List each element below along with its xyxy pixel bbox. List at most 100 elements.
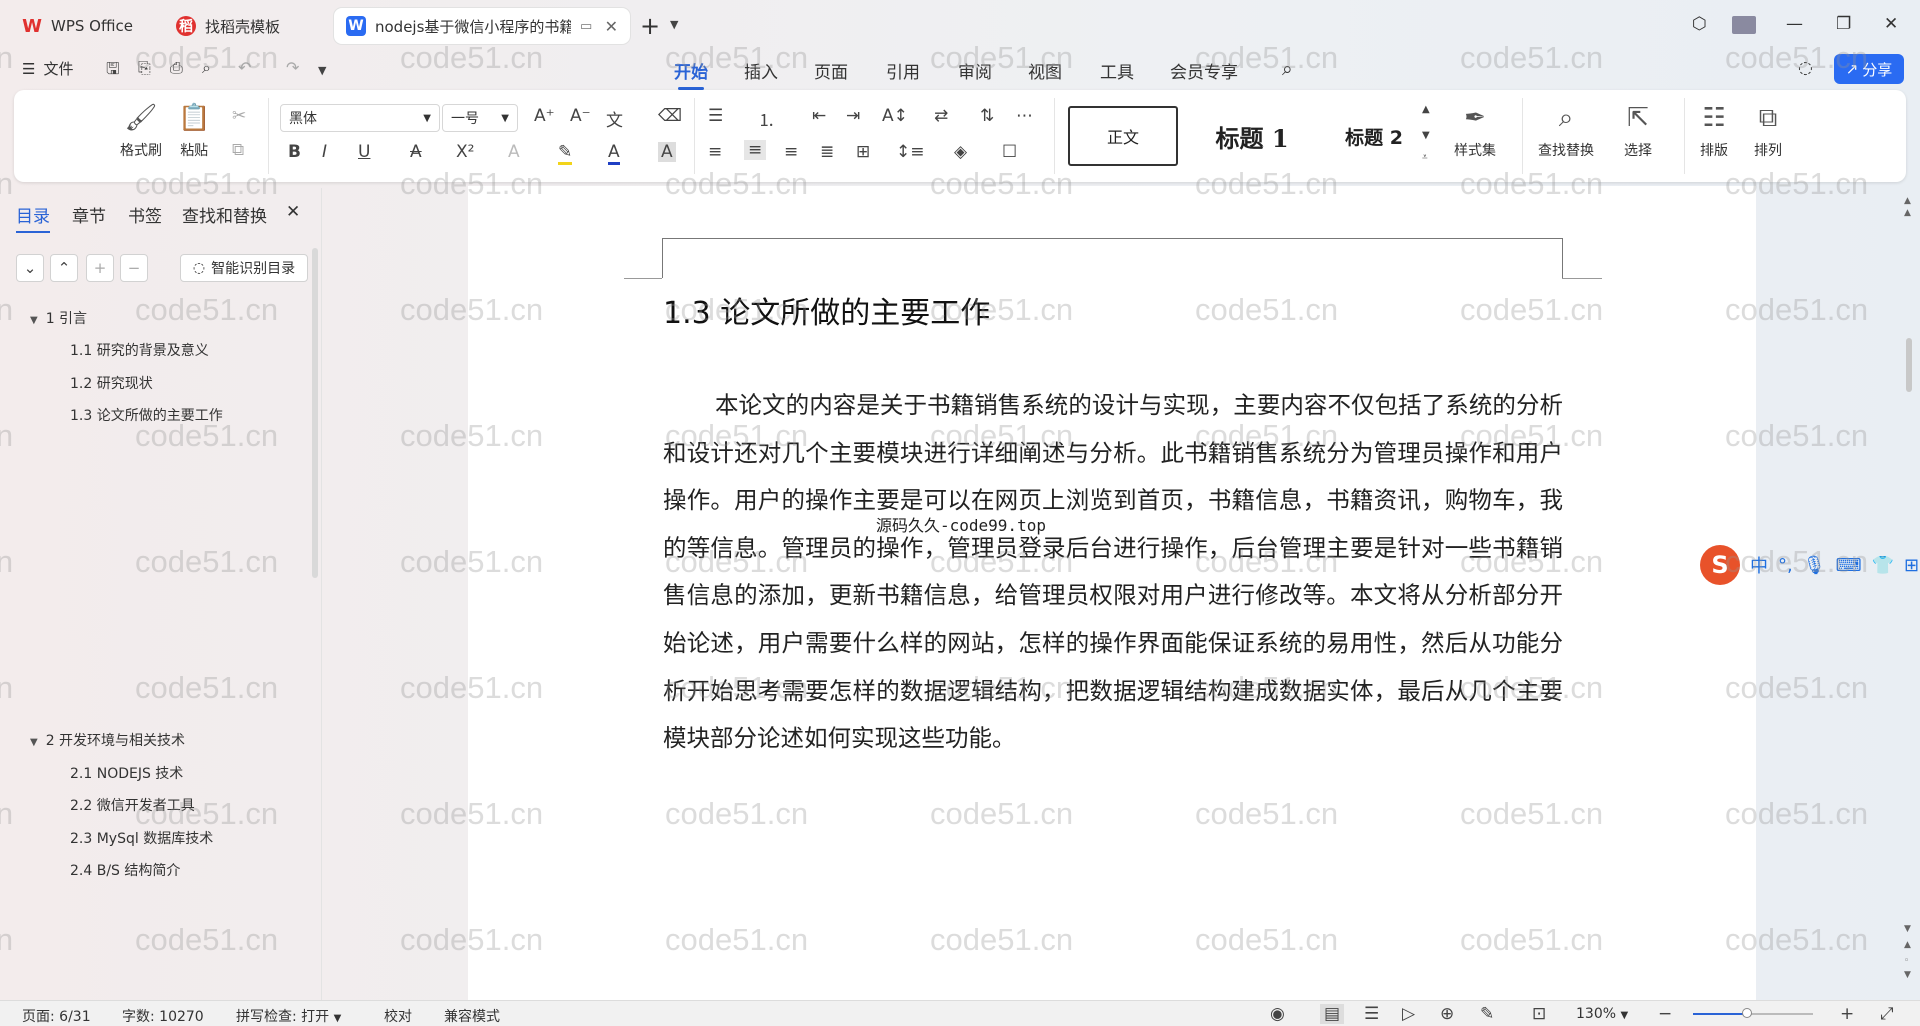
zoom-in-icon[interactable]: +: [1840, 1004, 1854, 1024]
style-heading-1[interactable]: 标题 1: [1192, 106, 1312, 166]
font-size-select[interactable]: 一号 ▼: [442, 104, 518, 132]
new-tab-icon[interactable]: +: [640, 12, 660, 40]
next-page-icon[interactable]: ▼: [1904, 970, 1911, 980]
find-replace-button[interactable]: ⌕ 查找替换: [1538, 102, 1594, 160]
play-icon[interactable]: ▷: [1402, 1004, 1415, 1024]
nav-tab-find-replace[interactable]: 查找和替换: [182, 202, 267, 227]
expand-styles-icon[interactable]: ⩡: [1422, 152, 1428, 163]
distribute-icon[interactable]: ⊞: [856, 142, 870, 162]
text-direction-icon[interactable]: A↕: [882, 106, 908, 126]
justify-icon[interactable]: ≣: [820, 142, 834, 162]
toc-item[interactable]: 1.2 研究现状: [70, 373, 153, 393]
fullscreen-icon[interactable]: ⤢: [1880, 1004, 1894, 1024]
bullet-list-icon[interactable]: ☰: [708, 106, 723, 126]
paste-button[interactable]: 📋 粘贴: [178, 102, 210, 160]
bold-icon[interactable]: B: [288, 142, 301, 162]
redo-icon[interactable]: ↷: [286, 58, 299, 77]
chevron-down-icon[interactable]: ▼: [318, 64, 326, 77]
increase-indent-icon[interactable]: ⇥: [846, 106, 860, 126]
tab-document[interactable]: W nodejs基于微信小程序的书籍 ▭ ✕: [334, 8, 630, 44]
pen-icon[interactable]: ✎: [1480, 1004, 1494, 1024]
tab-member[interactable]: 会员专享: [1170, 58, 1238, 83]
italic-icon[interactable]: I: [322, 142, 327, 162]
superscript-icon[interactable]: X²: [456, 142, 474, 162]
toc-item[interactable]: 1.1 研究的背景及意义: [70, 340, 209, 360]
scrollbar[interactable]: [1906, 338, 1912, 392]
align-right-icon[interactable]: ≡: [784, 142, 798, 162]
keyboard-icon[interactable]: ⌨: [1836, 555, 1862, 576]
restore-icon[interactable]: ❐: [1836, 14, 1851, 34]
word-count[interactable]: 字数: 10270: [122, 1006, 204, 1026]
clear-format-icon[interactable]: ⌫: [658, 106, 682, 126]
proofread-button[interactable]: 校对: [384, 1006, 412, 1026]
fit-page-icon[interactable]: ⊡: [1532, 1004, 1546, 1024]
border-icon[interactable]: ☐: [1002, 142, 1017, 162]
collapse-up-icon[interactable]: ⌃: [50, 254, 78, 282]
numbered-list-icon[interactable]: ⒈: [758, 106, 775, 131]
align-center-icon[interactable]: ≡: [744, 140, 767, 160]
toc-item[interactable]: 2.1 NODEJS 技术: [70, 763, 183, 783]
tab-wps-office[interactable]: W WPS Office: [10, 8, 154, 44]
skin-icon[interactable]: 👕: [1872, 555, 1894, 576]
highlight-icon[interactable]: ✎: [558, 142, 573, 165]
tab-insert[interactable]: 插入: [744, 58, 778, 83]
zoom-level[interactable]: 130% ▼: [1576, 1006, 1628, 1022]
select-button[interactable]: ⇱ 选择: [1624, 102, 1652, 160]
file-menu[interactable]: ☰ 文件: [22, 58, 73, 79]
toc-item[interactable]: 2.3 MySql 数据库技术: [70, 828, 213, 848]
zoom-slider[interactable]: [1693, 1008, 1813, 1018]
cut-icon[interactable]: ✂: [232, 106, 246, 126]
convert-icon[interactable]: ⇄: [934, 106, 948, 126]
grid-icon[interactable]: ⊞: [1904, 555, 1919, 576]
print-icon[interactable]: ⎙: [170, 58, 183, 78]
toc-item[interactable]: ▼ 2 开发环境与相关技术: [30, 730, 185, 750]
nav-tab-bookmarks[interactable]: 书签: [128, 202, 162, 227]
nav-tab-sections[interactable]: 章节: [72, 202, 106, 227]
close-tab-icon[interactable]: ✕: [605, 17, 618, 36]
share-button[interactable]: ↗ 分享: [1834, 54, 1904, 84]
toc-item[interactable]: 1.3 论文所做的主要工作: [70, 405, 223, 425]
tab-review[interactable]: 审阅: [958, 58, 992, 83]
spell-check[interactable]: 拼写检查: 打开 ▼: [236, 1006, 341, 1026]
ime-toolbar[interactable]: S 中 °, 🎙 ⌨ 👕 ⊞: [1698, 544, 1920, 586]
toc-item[interactable]: 2.4 B/S 结构简介: [70, 860, 180, 880]
font-color-icon[interactable]: A: [608, 142, 620, 165]
scroll-up-icon[interactable]: ▲: [1904, 208, 1911, 218]
export-pdf-icon[interactable]: ⎘: [138, 58, 151, 78]
cube-icon[interactable]: ⬡: [1692, 14, 1707, 34]
print-preview-icon[interactable]: ⌕: [202, 58, 211, 78]
scroll-down-icon[interactable]: ▼: [1904, 924, 1911, 934]
sort-icon[interactable]: ⇅: [980, 106, 994, 126]
close-window-icon[interactable]: ✕: [1884, 14, 1898, 34]
avatar[interactable]: [1732, 16, 1756, 34]
web-view-icon[interactable]: ⊕: [1440, 1004, 1454, 1024]
chevron-down-icon[interactable]: ▼: [670, 18, 678, 31]
font-family-select[interactable]: 黑体 ▼: [280, 104, 440, 132]
punctuation-icon[interactable]: °,: [1778, 555, 1793, 576]
toc-item[interactable]: 2.2 微信开发者工具: [70, 795, 195, 815]
style-set-button[interactable]: ✒ 样式集: [1454, 102, 1496, 160]
tab-references[interactable]: 引用: [886, 58, 920, 83]
eye-icon[interactable]: ◉: [1270, 1004, 1285, 1024]
undo-icon[interactable]: ↶: [238, 58, 251, 77]
scroll-up-icon[interactable]: ▲: [1904, 196, 1911, 206]
phonetic-guide-icon[interactable]: 文: [606, 106, 623, 131]
zoom-out-icon[interactable]: −: [1658, 1004, 1672, 1024]
increase-font-icon[interactable]: A⁺: [534, 106, 555, 126]
expand-triangle-icon[interactable]: ▼: [30, 315, 38, 326]
style-normal[interactable]: 正文: [1068, 106, 1178, 166]
copy-icon[interactable]: ⧉: [232, 140, 244, 160]
chevron-up-icon[interactable]: ▲: [1422, 104, 1430, 115]
chevron-down-icon[interactable]: ▼: [1422, 130, 1430, 141]
nav-tab-toc[interactable]: 目录: [16, 202, 50, 233]
style-heading-2[interactable]: 标题 2: [1324, 106, 1424, 166]
layout-button[interactable]: ☷ 排版: [1700, 102, 1728, 160]
expand-triangle-icon[interactable]: ▼: [30, 737, 38, 748]
ime-mode[interactable]: 中: [1750, 552, 1768, 578]
tab-tools[interactable]: 工具: [1100, 58, 1134, 83]
outline-view-icon[interactable]: ☰: [1364, 1004, 1379, 1024]
smart-toc-button[interactable]: ◌ 智能识别目录: [180, 254, 308, 282]
decrease-font-icon[interactable]: A⁻: [570, 106, 591, 126]
scrollbar[interactable]: [312, 248, 318, 578]
tab-home[interactable]: 开始: [674, 58, 708, 90]
